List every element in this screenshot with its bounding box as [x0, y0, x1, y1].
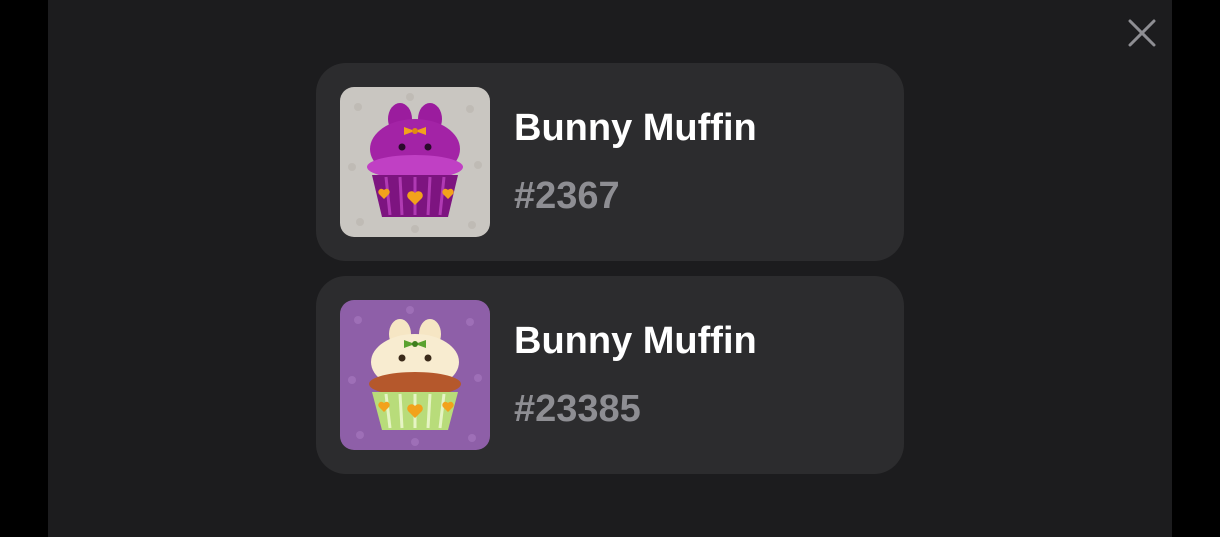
gift-thumbnail: [340, 87, 490, 237]
gift-number: #23385: [514, 388, 641, 430]
gift-name: Bunny Muffin: [514, 320, 757, 362]
purple-bunny-muffin-image: [340, 87, 490, 237]
close-icon: [1128, 19, 1156, 47]
close-button[interactable]: [1124, 15, 1160, 51]
cream-bunny-muffin-image: [340, 300, 490, 450]
gift-name: Bunny Muffin: [514, 107, 757, 149]
gift-thumbnail: [340, 300, 490, 450]
gift-number: #2367: [514, 175, 620, 217]
gift-card[interactable]: Bunny Muffin #2367: [316, 63, 904, 261]
gift-card[interactable]: Bunny Muffin #23385: [316, 276, 904, 474]
